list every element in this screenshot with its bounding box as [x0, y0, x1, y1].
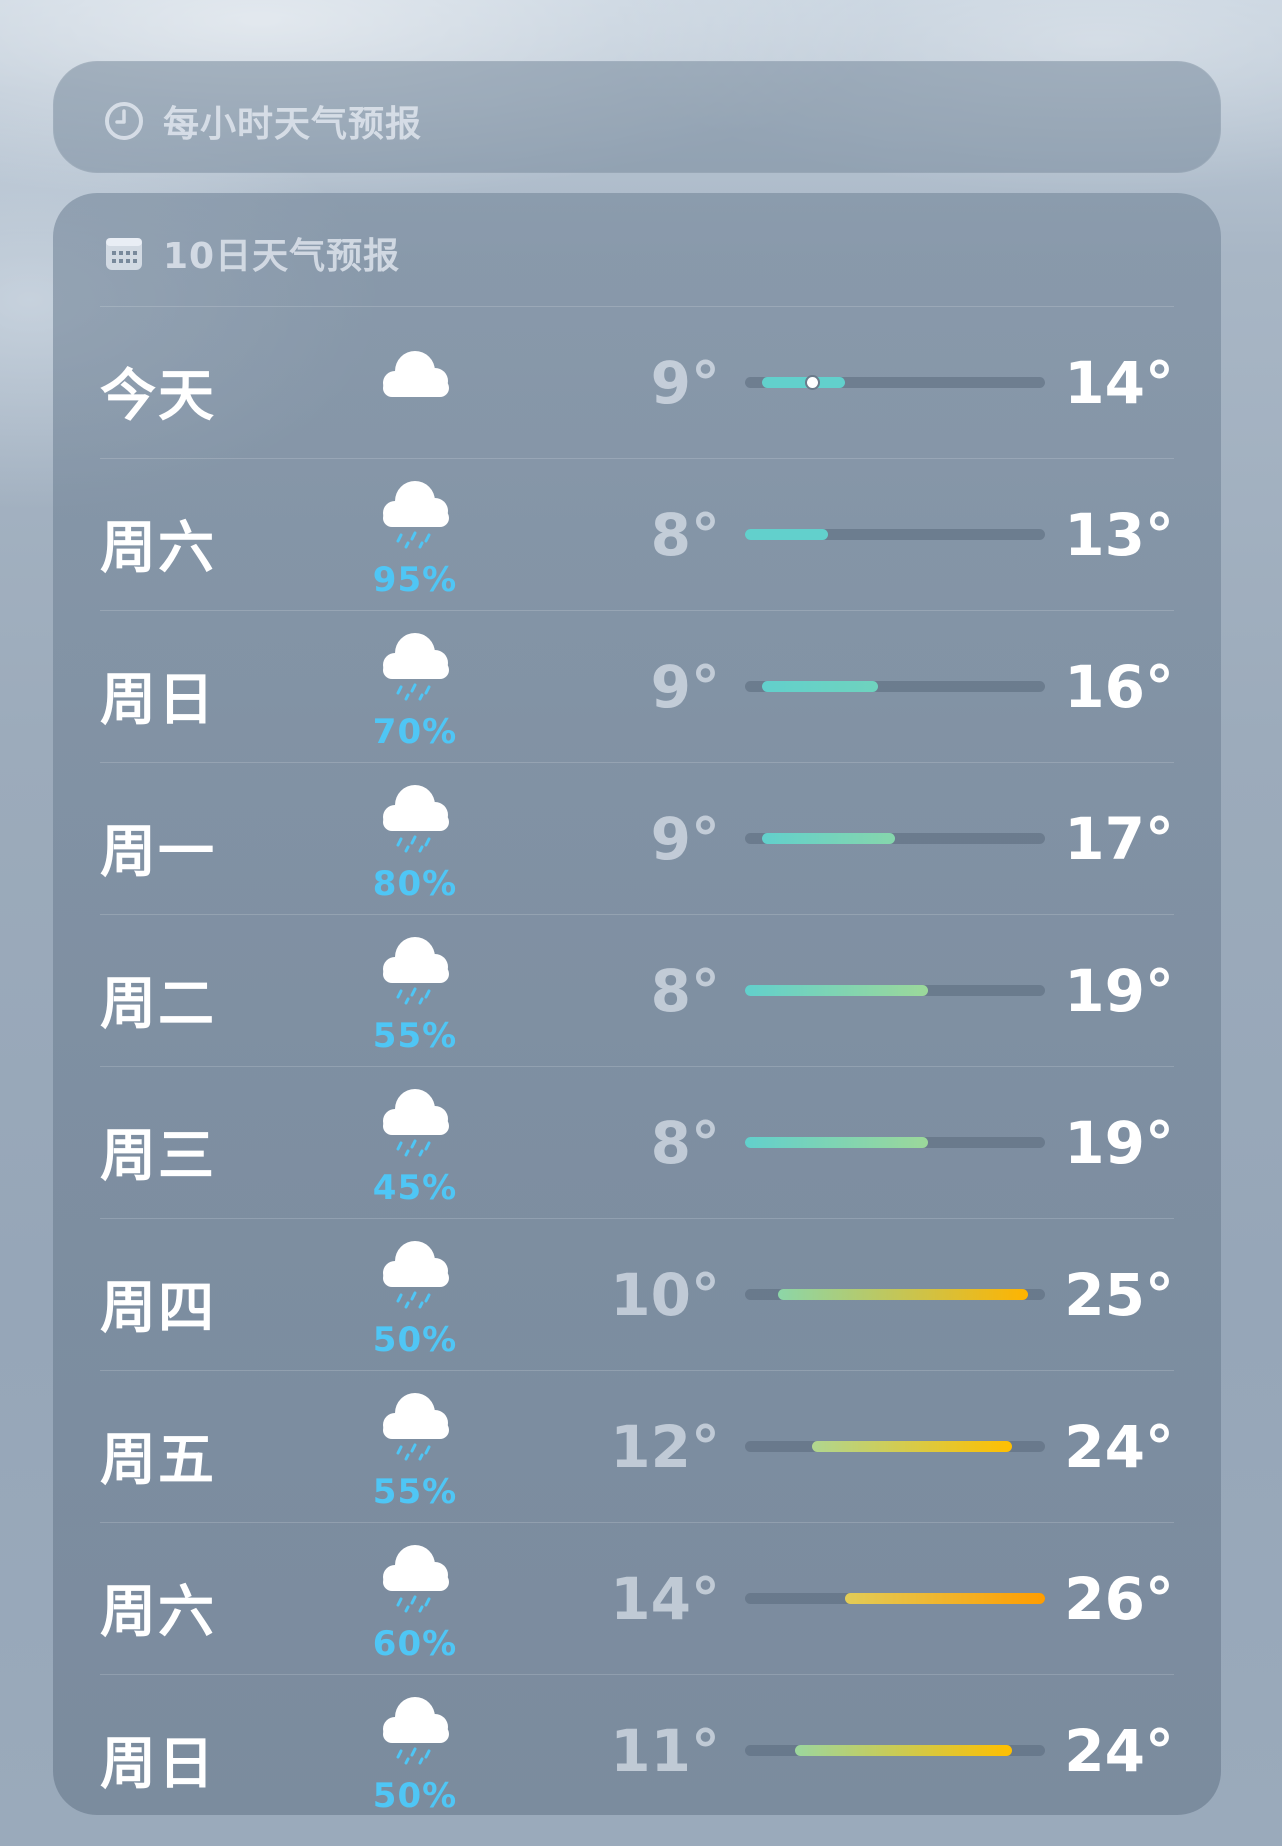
forecast-list: 今天 9° 14° 周六 95% 8° 13° 周日 70% 9° 16° 周一 80% 9° 17° 周二 5… — [100, 306, 1174, 1826]
ten-day-forecast-card[interactable]: 10日天气预报 今天 9° 14° 周六 95% 8° 13° 周日 70% 9° 16° 周一 80%… — [53, 193, 1221, 1816]
low-temp: 11° — [610, 1717, 720, 1785]
cloud-rain-icon — [383, 1393, 449, 1461]
low-temp: 8° — [650, 501, 720, 569]
temp-range-fill — [761, 833, 895, 844]
temp-range-fill — [845, 1593, 1045, 1604]
high-temp: 16° — [1064, 653, 1174, 721]
forecast-row[interactable]: 周六 60% 14° 26° — [100, 1522, 1174, 1674]
high-temp: 25° — [1064, 1261, 1174, 1329]
temp-range-fill — [745, 1137, 929, 1148]
cloud-rain-icon — [383, 1241, 449, 1309]
high-temp: 14° — [1064, 349, 1174, 417]
precipitation-chance: 55% — [372, 1016, 458, 1056]
hourly-forecast-title: 每小时天气预报 — [163, 104, 423, 145]
high-temp: 19° — [1064, 957, 1174, 1025]
forecast-row[interactable]: 周三 45% 8° 19° — [100, 1066, 1174, 1218]
precipitation-chance: 55% — [372, 1472, 458, 1512]
day-label: 周一 — [100, 820, 216, 885]
high-temp: 26° — [1064, 1565, 1174, 1633]
condition: 95% — [365, 477, 465, 600]
temp-range-fill — [778, 1289, 1029, 1300]
day-label: 周三 — [100, 1124, 216, 1189]
temp-range-bar — [745, 681, 1045, 692]
temp-range-bar — [745, 1289, 1045, 1300]
precipitation-chance: 95% — [372, 560, 458, 600]
condition: 60% — [365, 1541, 465, 1664]
temp-range-bar — [745, 1441, 1045, 1452]
low-temp: 9° — [650, 653, 720, 721]
low-temp: 9° — [650, 805, 720, 873]
temp-range-bar — [745, 1593, 1045, 1604]
day-label: 周日 — [100, 1732, 216, 1797]
temp-range-fill — [745, 529, 829, 540]
forecast-row[interactable]: 周六 95% 8° 13° — [100, 458, 1174, 610]
high-temp: 13° — [1064, 501, 1174, 569]
low-temp: 10° — [610, 1261, 720, 1329]
precipitation-chance: 50% — [372, 1320, 458, 1360]
temp-range-fill — [795, 1745, 1012, 1756]
day-label: 今天 — [100, 364, 216, 429]
temp-range-bar — [745, 1137, 1045, 1148]
day-label: 周日 — [100, 668, 216, 733]
day-label: 周二 — [100, 972, 216, 1037]
condition: 45% — [365, 1085, 465, 1208]
high-temp: 17° — [1064, 805, 1174, 873]
high-temp: 24° — [1064, 1413, 1174, 1481]
cloud-rain-icon — [383, 481, 449, 549]
condition: 80% — [365, 781, 465, 904]
temp-range-fill — [811, 1441, 1012, 1452]
forecast-row[interactable]: 周一 80% 9° 17° — [100, 762, 1174, 914]
day-label: 周五 — [100, 1428, 216, 1493]
condition — [365, 325, 465, 445]
precipitation-chance: 70% — [372, 712, 458, 752]
hourly-forecast-header: 每小时天气预报 — [103, 95, 422, 147]
condition: 50% — [365, 1237, 465, 1360]
low-temp: 8° — [650, 957, 720, 1025]
condition: 50% — [365, 1693, 465, 1816]
forecast-row[interactable]: 今天 9° 14° — [100, 306, 1174, 458]
cloud-rain-icon — [383, 1697, 449, 1765]
forecast-row[interactable]: 周二 55% 8° 19° — [100, 914, 1174, 1066]
low-temp: 14° — [610, 1565, 720, 1633]
temp-range-bar — [745, 529, 1045, 540]
day-label: 周四 — [100, 1276, 216, 1341]
precipitation-chance: 50% — [372, 1776, 458, 1816]
precipitation-chance: 45% — [372, 1168, 458, 1208]
cloud-rain-icon — [383, 633, 449, 701]
forecast-row[interactable]: 周日 50% 11° 24° — [100, 1674, 1174, 1826]
condition: 70% — [365, 629, 465, 752]
day-label: 周六 — [100, 516, 216, 581]
forecast-row[interactable]: 周四 50% 10° 25° — [100, 1218, 1174, 1370]
ten-day-forecast-title: 10日天气预报 — [163, 236, 401, 277]
day-label: 周六 — [100, 1580, 216, 1645]
ten-day-forecast-header: 10日天气预报 — [103, 227, 400, 279]
temp-range-bar — [745, 1745, 1045, 1756]
temp-range-fill — [761, 377, 845, 388]
low-temp: 8° — [650, 1109, 720, 1177]
high-temp: 19° — [1064, 1109, 1174, 1177]
clock-icon — [105, 102, 143, 140]
precipitation-chance: 60% — [372, 1624, 458, 1664]
cloud-rain-icon — [383, 1089, 449, 1157]
calendar-icon — [106, 238, 142, 270]
low-temp: 12° — [610, 1413, 720, 1481]
precipitation-chance: 80% — [372, 864, 458, 904]
condition: 55% — [365, 1389, 465, 1512]
cloud-rain-icon — [383, 1545, 449, 1613]
cloud-icon — [383, 351, 449, 397]
temp-range-bar — [745, 833, 1045, 844]
low-temp: 9° — [650, 349, 720, 417]
cloud-rain-icon — [383, 785, 449, 853]
temp-range-fill — [761, 681, 879, 692]
cloud-rain-icon — [383, 937, 449, 1005]
hourly-forecast-card[interactable]: 每小时天气预报 — [53, 61, 1221, 173]
temp-range-bar — [745, 375, 1045, 390]
temp-range-fill — [745, 985, 929, 996]
temp-range-bar — [745, 985, 1045, 996]
forecast-row[interactable]: 周日 70% 9° 16° — [100, 610, 1174, 762]
condition: 55% — [365, 933, 465, 1056]
current-temp-marker — [804, 375, 820, 390]
high-temp: 24° — [1064, 1717, 1174, 1785]
forecast-row[interactable]: 周五 55% 12° 24° — [100, 1370, 1174, 1522]
